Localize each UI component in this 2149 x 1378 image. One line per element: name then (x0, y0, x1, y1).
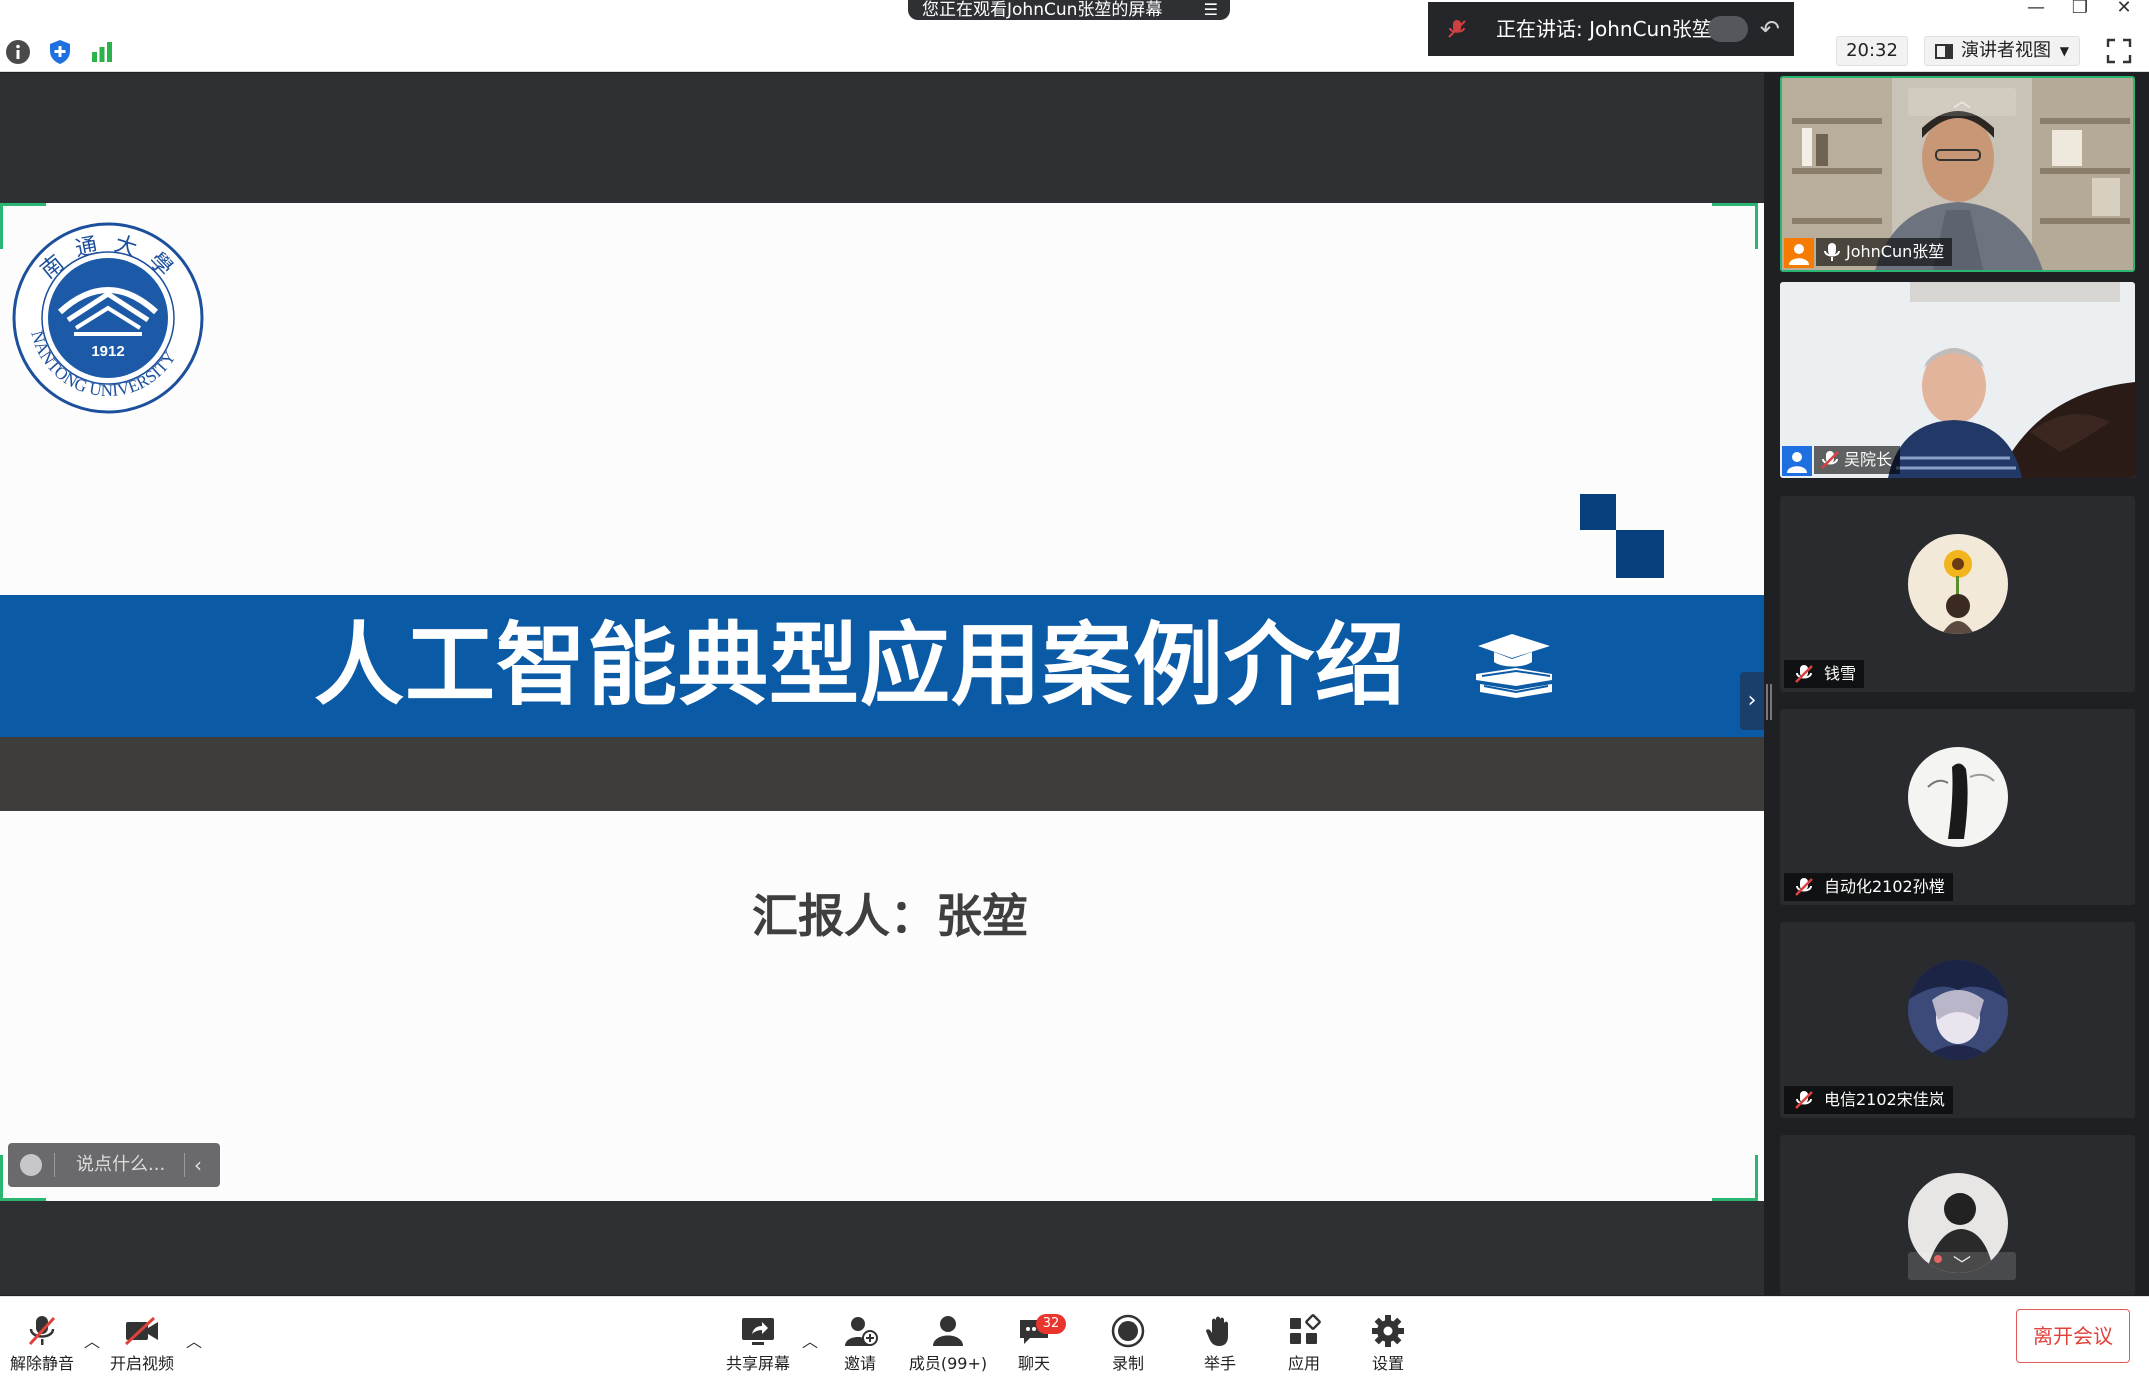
video-options-chevron-icon[interactable]: ︿ (186, 1328, 202, 1352)
settings-label: 设置 (1371, 1354, 1404, 1373)
share-frame-corner (1712, 203, 1758, 249)
slide-dark-band (0, 737, 1764, 811)
meeting-timer: 20:32 (1836, 36, 1908, 66)
sunflower-avatar (1908, 534, 2008, 634)
active-speaker-indicator: 正在讲话: JohnCun张堃; ↶ (1428, 2, 1794, 56)
mic-on-icon (1824, 243, 1840, 261)
muted-mic-icon (28, 1316, 56, 1346)
slide-deco-square (1616, 530, 1664, 578)
collapse-arrow-icon[interactable]: ↶ (1760, 2, 1780, 56)
panel-toggle-button[interactable]: › (1740, 672, 1764, 730)
video-tile-cohost[interactable]: 吴院长 (1780, 282, 2135, 478)
share-screen-icon (742, 1318, 774, 1345)
divider (184, 1153, 185, 1177)
raise-hand-label: 举手 (1203, 1354, 1236, 1373)
scroll-up-button[interactable]: ︿ (1908, 88, 2016, 116)
university-logo: 1912 NANTONG UNIVERSITY 南通大學 (12, 222, 204, 414)
record-button[interactable]: 录制 (1086, 1314, 1170, 1374)
unmute-label: 解除静音 (9, 1354, 74, 1373)
participant-name-tag: 电信2102宋佳岚 (1784, 1086, 1953, 1114)
chevron-down-icon: ▼ (2059, 44, 2069, 58)
participant-name: 钱雪 (1824, 664, 1857, 683)
chevron-left-icon[interactable]: ‹ (194, 1143, 202, 1187)
slide-deco-square (1580, 494, 1616, 530)
add-person-icon (845, 1317, 878, 1346)
start-video-label: 开启视频 (109, 1354, 174, 1373)
invite-label: 邀请 (843, 1354, 876, 1373)
graduation-cap-book-icon (1476, 634, 1552, 698)
participant-name-tag: JohnCun张堃 (1816, 238, 1953, 266)
apps-button[interactable]: 应用 (1262, 1314, 1346, 1374)
invite-button[interactable]: 邀请 (818, 1314, 902, 1374)
settings-button[interactable]: 设置 (1346, 1314, 1430, 1374)
record-icon (1111, 1314, 1145, 1348)
video-tile-participant[interactable]: 钱雪 (1780, 496, 2135, 692)
share-options-chevron-icon[interactable]: ︿ (802, 1328, 818, 1352)
muted-mic-icon (1448, 20, 1466, 38)
cohost-badge-icon (1782, 446, 1812, 476)
members-label: 成员(99+) (908, 1354, 988, 1373)
ink-figure-avatar (1908, 747, 2008, 847)
share-frame-corner (1712, 1155, 1758, 1201)
raise-hand-icon (1206, 1316, 1228, 1346)
muted-mic-icon (1795, 878, 1813, 896)
participant-name-tag: 钱雪 (1784, 660, 1865, 688)
chat-input-placeholder: 说点什么... (76, 1154, 166, 1175)
gear-icon (1372, 1315, 1404, 1347)
speaking-text: 正在讲话: JohnCun张堃; (1496, 17, 1719, 41)
emoji-icon[interactable] (20, 1154, 42, 1176)
record-label: 录制 (1111, 1354, 1144, 1373)
participant-name-tag: 自动化2102孙樘 (1784, 873, 1953, 901)
signal-bars-icon[interactable] (88, 38, 116, 66)
viewing-share-banner[interactable]: 您正在观看JohnCun张堃的屏幕 ☰ (908, 0, 1230, 20)
audio-options-chevron-icon[interactable]: ︿ (84, 1328, 100, 1352)
video-off-icon (124, 1316, 158, 1346)
banner-menu-icon[interactable]: ☰ (1204, 0, 1218, 20)
share-screen-label: 共享屏幕 (725, 1354, 790, 1373)
chat-label: 聊天 (1017, 1354, 1050, 1373)
chat-unread-badge: 32 (1036, 1314, 1066, 1334)
fullscreen-icon[interactable] (2106, 38, 2132, 64)
restore-icon[interactable]: ❐ (2064, 0, 2096, 18)
participant-name: 吴院长 (1844, 450, 1893, 469)
slide-reporter: 汇报人：张堃 (752, 889, 1028, 943)
speaker-pill (1708, 16, 1748, 42)
minimize-icon[interactable]: — (2020, 0, 2052, 18)
muted-mic-icon (1821, 451, 1839, 469)
divider (54, 1153, 55, 1177)
close-icon[interactable]: ✕ (2108, 0, 2140, 18)
participant-name: 自动化2102孙樘 (1824, 877, 1945, 896)
muted-mic-icon (1795, 665, 1813, 683)
info-icon[interactable] (4, 38, 32, 66)
presenter-view-dropdown[interactable]: 演讲者视图 ▼ (1924, 36, 2080, 66)
apps-grid-icon (1290, 1314, 1321, 1344)
presenter-view-label: 演讲者视图 (1961, 40, 2051, 61)
unmute-button[interactable]: 解除静音 (0, 1314, 84, 1374)
muted-mic-icon (1795, 1091, 1813, 1109)
viewing-banner-text: 您正在观看JohnCun张堃的屏幕 (922, 0, 1163, 20)
apps-label: 应用 (1287, 1354, 1320, 1373)
members-icon (933, 1316, 963, 1346)
participant-name: JohnCun张堃 (1846, 242, 1945, 261)
layout-icon (1935, 44, 1953, 59)
leave-meeting-button[interactable]: 离开会议 (2016, 1309, 2130, 1363)
participant-name-tag: 吴院长 (1814, 446, 1901, 474)
anime-avatar (1908, 960, 2008, 1060)
video-tile-participant[interactable]: 自动化2102孙樘 (1780, 709, 2135, 905)
share-screen-button[interactable]: 共享屏幕 (716, 1314, 800, 1374)
security-shield-icon[interactable] (46, 38, 74, 66)
scroll-down-button[interactable]: ﹀ (1908, 1252, 2016, 1280)
host-badge-icon (1784, 238, 1814, 268)
video-tile-participant[interactable]: 电信2102宋佳岚 (1780, 922, 2135, 1118)
slide-title: 人工智能典型应用案例介绍 (314, 613, 1406, 718)
participant-name: 电信2102宋佳岚 (1824, 1090, 1945, 1109)
panel-resize-handle[interactable] (1766, 684, 1772, 720)
members-button[interactable]: 成员(99+) (906, 1314, 990, 1374)
raise-hand-button[interactable]: 举手 (1178, 1314, 1262, 1374)
quick-chat-input[interactable]: 说点什么... ‹ (8, 1143, 220, 1187)
logo-year: 1912 (91, 343, 124, 360)
start-video-button[interactable]: 开启视频 (100, 1314, 184, 1374)
